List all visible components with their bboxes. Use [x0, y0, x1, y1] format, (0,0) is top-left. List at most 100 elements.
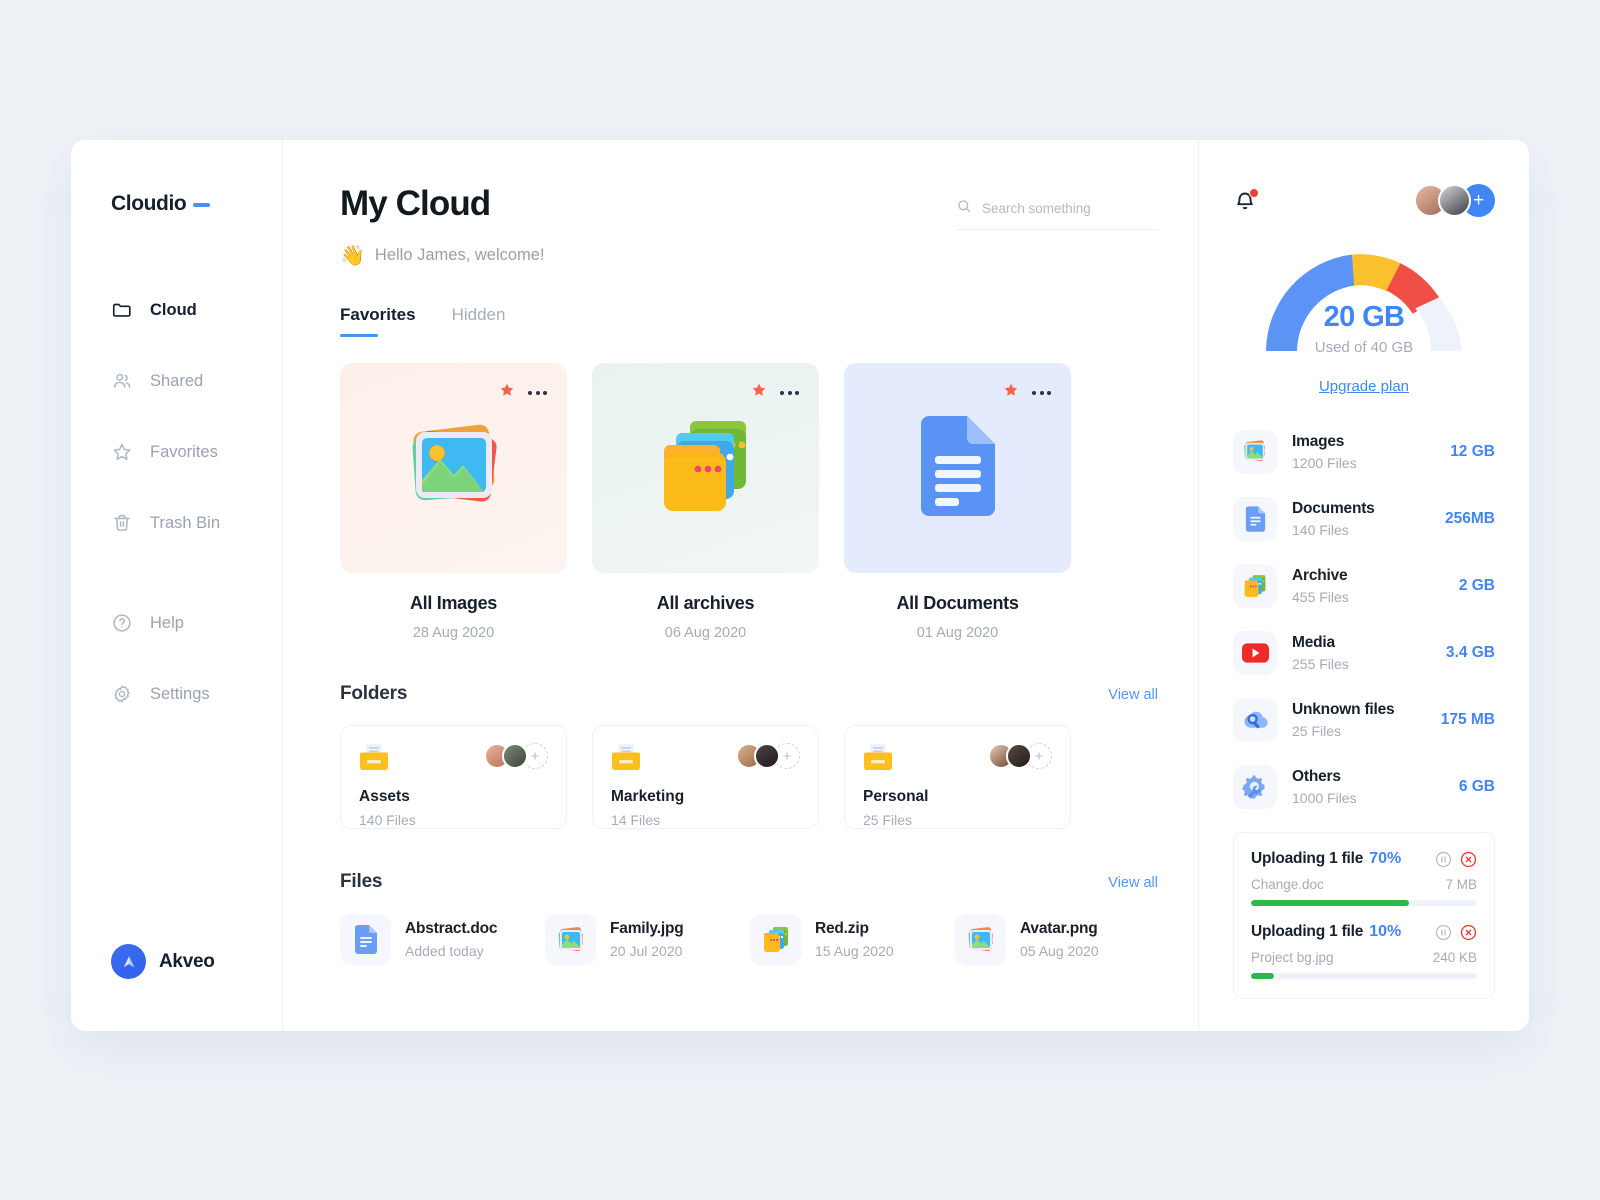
upload-sub: Project bg.jpg 240 KB	[1251, 950, 1477, 965]
upload-title: Uploading 1 file	[1251, 923, 1364, 940]
card-all-documents[interactable]: All Documents 01 Aug 2020	[844, 363, 1071, 641]
gauge-labels: 20 GB Used of 40 GB	[1233, 301, 1495, 356]
search-box[interactable]	[956, 198, 1158, 230]
favorite-star-icon[interactable]	[499, 382, 515, 403]
avatar[interactable]	[502, 743, 528, 769]
folder-card-marketing[interactable]: + Marketing 14 Files	[592, 725, 819, 829]
file-date: 05 Aug 2020	[1020, 943, 1099, 959]
folders-stack-icon	[652, 413, 760, 524]
avatar[interactable]	[1006, 743, 1032, 769]
file-item-abstract-doc[interactable]: Abstract.doc Added today	[340, 914, 523, 965]
upload-title-group: Uploading 1 file 70%	[1251, 850, 1401, 868]
images-stack-icon	[398, 416, 510, 521]
favorite-star-icon[interactable]	[1003, 382, 1019, 403]
trash-icon	[111, 512, 133, 534]
folder-card-personal[interactable]: + Personal 25 Files	[844, 725, 1071, 829]
storage-row-documents[interactable]: Documents 140 Files 256MB	[1233, 485, 1495, 552]
sidebar: Cloudio Cloud Shared Favorites Trash Bin…	[71, 140, 283, 1031]
file-name: Red.zip	[815, 920, 869, 937]
upload-filesize: 240 KB	[1432, 950, 1477, 965]
file-meta: Abstract.doc Added today	[405, 920, 498, 959]
card-more-icon[interactable]	[528, 390, 547, 395]
card-more-icon[interactable]	[1032, 390, 1051, 395]
tab-favorites[interactable]: Favorites	[340, 305, 416, 337]
storage-row-archive[interactable]: Archive 455 Files 2 GB	[1233, 552, 1495, 619]
sidebar-divider-space	[71, 547, 282, 599]
favorite-cards: All Images 28 Aug 2020 All archives 06 A…	[340, 363, 1158, 641]
favorite-star-icon[interactable]	[751, 382, 767, 403]
sidebar-item-favorites[interactable]: Favorites	[71, 428, 282, 476]
folder-name: Marketing	[611, 788, 685, 805]
storage-row-name: Archive	[1292, 566, 1348, 584]
sidebar-item-help[interactable]: Help	[71, 599, 282, 647]
card-date: 01 Aug 2020	[916, 625, 999, 641]
folder-name: Personal	[863, 788, 929, 805]
team-avatars: +	[1414, 184, 1495, 217]
sidebar-item-shared[interactable]: Shared	[71, 357, 282, 405]
storage-used-value: 20 GB	[1323, 301, 1405, 333]
sidebar-nav: Cloud Shared Favorites Trash Bin Help Se…	[71, 286, 282, 718]
greeting: 👋 Hello James, welcome!	[340, 243, 545, 268]
cancel-icon[interactable]	[1460, 851, 1477, 868]
sidebar-item-cloud[interactable]: Cloud	[71, 286, 282, 334]
files-title: Files	[340, 871, 383, 892]
document-icon	[340, 914, 391, 965]
brand-logo: Cloudio	[71, 192, 282, 216]
search-input[interactable]	[982, 201, 1158, 216]
upload-filename: Change.doc	[1251, 877, 1324, 892]
upload-title: Uploading 1 file	[1251, 850, 1364, 867]
folder-card-assets[interactable]: + Assets 140 Files	[340, 725, 567, 829]
storage-row-count: 1000 Files	[1292, 789, 1357, 806]
card-thumbnail[interactable]	[592, 363, 819, 573]
file-item-family-jpg[interactable]: Family.jpg 20 Jul 2020	[545, 914, 728, 965]
upload-header: Uploading 1 file 10%	[1251, 923, 1477, 941]
folders-title: Folders	[340, 683, 408, 704]
folder-members: +	[988, 743, 1052, 769]
sidebar-item-trash-bin[interactable]: Trash Bin	[71, 499, 282, 547]
card-more-icon[interactable]	[780, 390, 799, 395]
search-icon	[956, 198, 972, 219]
file-item-red-zip[interactable]: Red.zip 15 Aug 2020	[750, 914, 933, 965]
sidebar-item-settings[interactable]: Settings	[71, 670, 282, 718]
avatar[interactable]	[1438, 184, 1471, 217]
notification-bell-icon[interactable]	[1233, 187, 1259, 213]
folders-list: + Assets 140 Files + Marketing 14 Files …	[340, 725, 1158, 829]
folder-yellow-icon	[359, 743, 389, 776]
storage-row-meta: Others 1000 Files	[1292, 768, 1444, 806]
storage-row-unknown-files[interactable]: Unknown files 25 Files 175 MB	[1233, 686, 1495, 753]
sidebar-item-label: Cloud	[150, 300, 197, 319]
storage-row-meta: Media 255 Files	[1292, 634, 1431, 672]
storage-row-count: 255 Files	[1292, 655, 1349, 672]
file-date: 15 Aug 2020	[815, 943, 894, 959]
folder-card-top: +	[863, 743, 1052, 776]
files-view-all-link[interactable]: View all	[1108, 875, 1158, 891]
storage-capacity-label: Used of 40 GB	[1314, 339, 1414, 356]
card-thumbnail[interactable]	[844, 363, 1071, 573]
uploads-panel: Uploading 1 file 70% Change.doc 7 MB Upl…	[1233, 832, 1495, 999]
storage-row-count: 25 Files	[1292, 722, 1342, 739]
storage-row-name: Unknown files	[1292, 700, 1395, 718]
card-thumbnail[interactable]	[340, 363, 567, 573]
image-icon	[1233, 429, 1277, 474]
file-item-avatar-png[interactable]: Avatar.png 05 Aug 2020	[955, 914, 1138, 965]
tab-hidden[interactable]: Hidden	[452, 305, 506, 337]
card-all-archives[interactable]: All archives 06 Aug 2020	[592, 363, 819, 641]
storage-row-size: 3.4 GB	[1445, 643, 1495, 661]
sidebar-item-label: Shared	[150, 371, 204, 390]
pause-icon[interactable]	[1435, 924, 1452, 941]
folders-view-all-link[interactable]: View all	[1108, 687, 1158, 703]
card-all-images[interactable]: All Images 28 Aug 2020	[340, 363, 567, 641]
upgrade-plan-link[interactable]: Upgrade plan	[1233, 378, 1495, 395]
storage-row-images[interactable]: Images 1200 Files 12 GB	[1233, 418, 1495, 485]
archive-icon	[1233, 563, 1277, 608]
app-window: Cloudio Cloud Shared Favorites Trash Bin…	[71, 140, 1529, 1031]
akveo-label: Akveo	[159, 950, 215, 972]
avatar[interactable]	[754, 743, 780, 769]
brand-name: Cloudio	[111, 192, 187, 215]
storage-row-others[interactable]: Others 1000 Files 6 GB	[1233, 753, 1495, 820]
upload-filename: Project bg.jpg	[1251, 950, 1334, 965]
cancel-icon[interactable]	[1460, 924, 1477, 941]
akveo-footer-logo[interactable]: Akveo	[111, 944, 215, 979]
storage-row-media[interactable]: Media 255 Files 3.4 GB	[1233, 619, 1495, 686]
pause-icon[interactable]	[1435, 851, 1452, 868]
